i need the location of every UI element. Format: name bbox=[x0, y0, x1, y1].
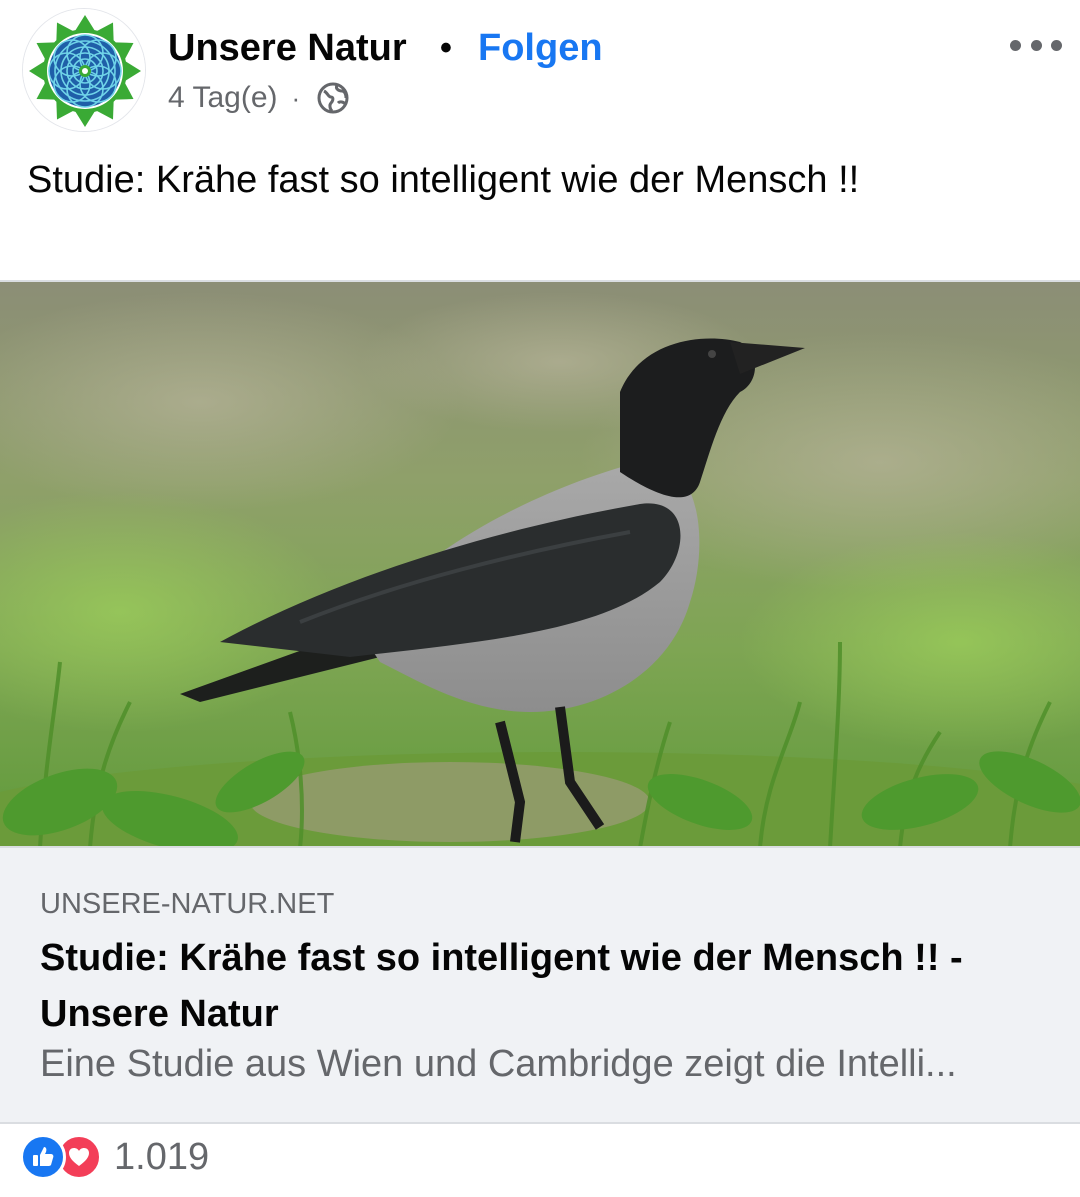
post-header: Unsere Natur • Folgen 4 Tag(e) · bbox=[0, 0, 1080, 140]
follow-button[interactable]: Folgen bbox=[478, 24, 603, 72]
post-text: Studie: Krähe fast so intelligent wie de… bbox=[27, 159, 860, 201]
link-description: Eine Studie aus Wien und Cambridge zeigt… bbox=[40, 1043, 957, 1085]
post-meta: 4 Tag(e) · bbox=[168, 78, 350, 118]
post-image[interactable] bbox=[0, 280, 1080, 846]
mandala-logo-icon bbox=[23, 9, 145, 131]
page-avatar[interactable] bbox=[22, 8, 146, 132]
name-separator: • bbox=[440, 29, 452, 67]
reaction-count: 1.019 bbox=[114, 1136, 210, 1178]
reactions-summary[interactable]: 1.019 bbox=[20, 1134, 209, 1180]
post-timestamp[interactable]: 4 Tag(e) bbox=[168, 81, 278, 115]
link-title: Studie: Krähe fast so intelligent wie de… bbox=[40, 937, 963, 1035]
meta-separator: · bbox=[291, 82, 301, 113]
more-options-icon[interactable] bbox=[1010, 30, 1062, 60]
like-icon bbox=[20, 1134, 66, 1180]
link-domain: UNSERE-NATUR.NET bbox=[40, 888, 335, 920]
link-preview[interactable]: UNSERE-NATUR.NET Studie: Krähe fast so i… bbox=[0, 846, 1080, 1124]
page-name[interactable]: Unsere Natur bbox=[168, 24, 407, 72]
crow-photo bbox=[0, 282, 1080, 846]
globe-icon bbox=[317, 82, 349, 114]
